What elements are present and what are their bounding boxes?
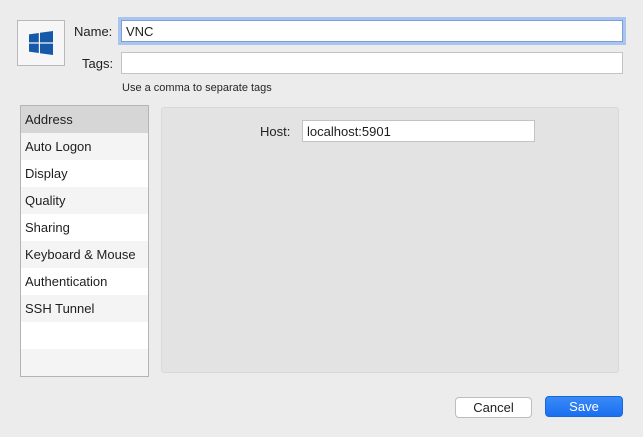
settings-category-list: Address Auto Logon Display Quality Shari… — [20, 105, 149, 377]
name-label: Name: — [74, 24, 113, 39]
address-settings-panel: Host: — [161, 107, 619, 373]
cancel-button[interactable]: Cancel — [455, 397, 532, 418]
sidebar-item-ssh-tunnel[interactable]: SSH Tunnel — [21, 295, 148, 322]
host-field[interactable] — [302, 120, 535, 142]
sidebar-item-display[interactable]: Display — [21, 160, 148, 187]
name-field[interactable] — [121, 20, 623, 42]
tags-hint: Use a comma to separate tags — [122, 82, 272, 94]
sidebar-item-sharing[interactable]: Sharing — [21, 214, 148, 241]
sidebar-empty-row — [21, 322, 148, 349]
tags-field[interactable] — [121, 52, 623, 74]
sidebar-item-authentication[interactable]: Authentication — [21, 268, 148, 295]
sidebar-item-keyboard-mouse[interactable]: Keyboard & Mouse — [21, 241, 148, 268]
connection-icon-well[interactable] — [17, 20, 65, 66]
tags-label: Tags: — [82, 56, 114, 71]
windows-logo-icon — [29, 31, 53, 55]
sidebar-item-auto-logon[interactable]: Auto Logon — [21, 133, 148, 160]
sidebar-item-quality[interactable]: Quality — [21, 187, 148, 214]
host-label: Host: — [260, 124, 291, 139]
save-button[interactable]: Save — [545, 396, 623, 417]
sidebar-item-address[interactable]: Address — [21, 106, 148, 133]
sidebar-empty-row — [21, 349, 148, 376]
